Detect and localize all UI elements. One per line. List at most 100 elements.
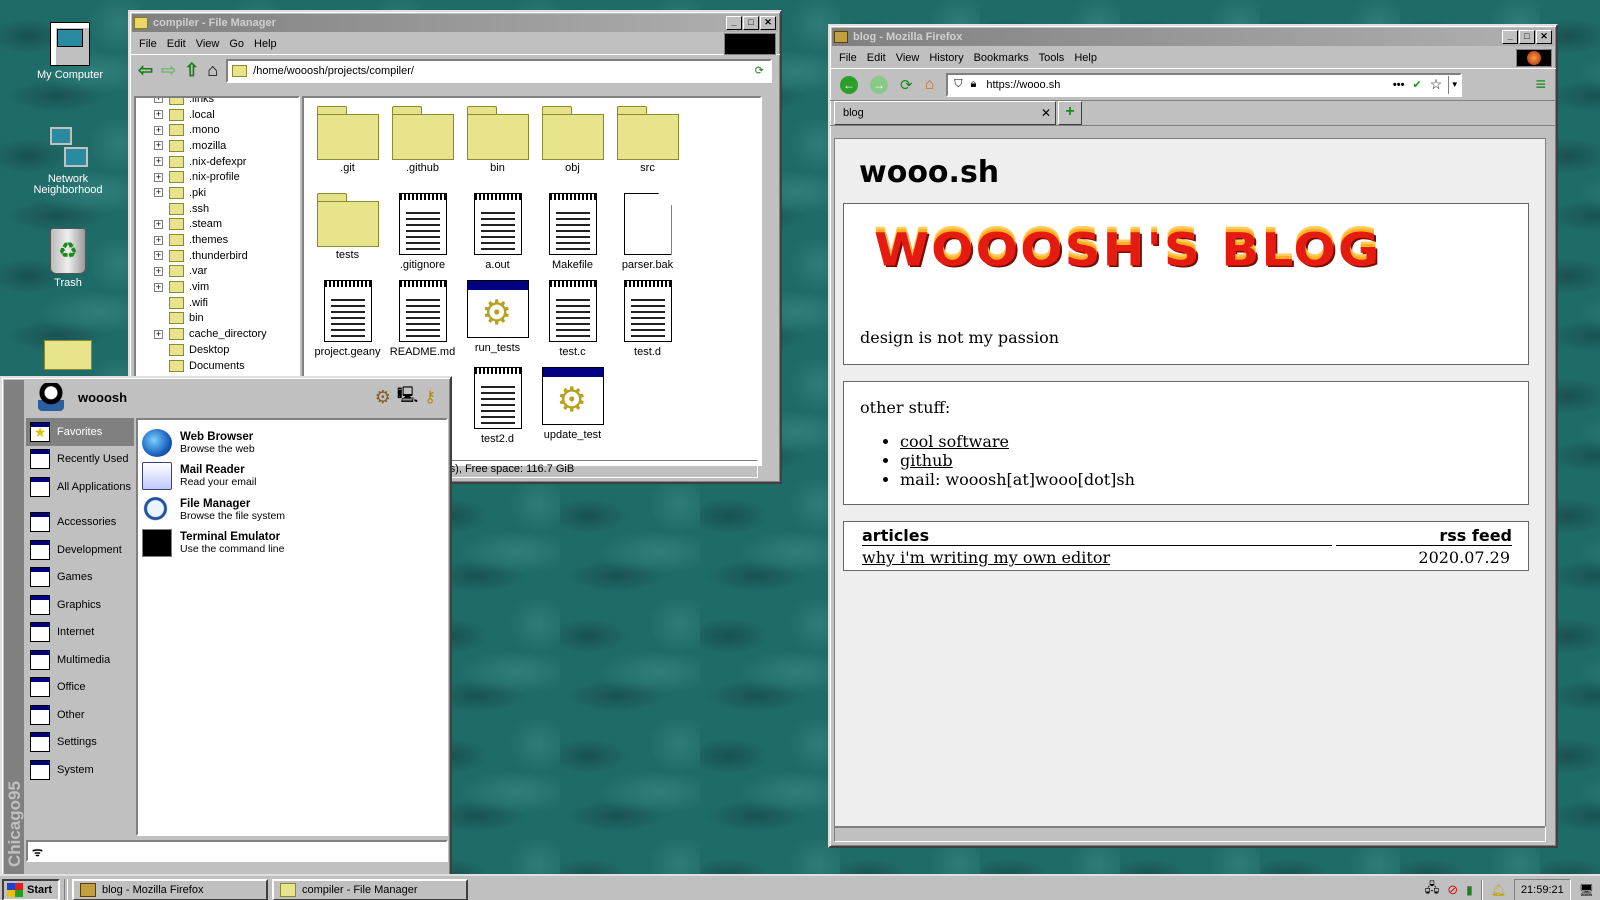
tree-item[interactable]: + .themes xyxy=(154,232,298,248)
expand-icon[interactable]: + xyxy=(154,172,163,182)
start-app-item[interactable]: Terminal Emulator Use the command line xyxy=(140,527,444,561)
file-item[interactable]: .git xyxy=(310,104,385,191)
tab-close-icon[interactable]: ✕ xyxy=(1041,106,1051,120)
tree-item[interactable]: + .nix-profile xyxy=(154,169,298,185)
network-tray-icon[interactable]: 🖧︎ xyxy=(1425,879,1440,900)
expand-icon[interactable] xyxy=(154,314,163,323)
menu-go[interactable]: Go xyxy=(224,38,249,50)
cool-software-link[interactable]: cool software xyxy=(900,432,1009,451)
file-item[interactable]: tests xyxy=(310,191,385,278)
path-bar[interactable]: /home/wooosh/projects/compiler/ ⟳ xyxy=(226,58,772,83)
file-item[interactable]: Makefile xyxy=(535,191,610,278)
github-link[interactable]: github xyxy=(900,451,953,470)
more-icon[interactable]: ••• xyxy=(1393,79,1405,91)
new-tab-button[interactable]: + xyxy=(1058,101,1082,125)
start-app-item[interactable]: File Manager Browse the file system xyxy=(140,493,444,527)
dropdown-icon[interactable]: ▼ xyxy=(1448,75,1460,94)
rss-feed-header[interactable]: rss feed xyxy=(1336,526,1512,546)
start-category-item[interactable]: Recently Used xyxy=(26,446,134,474)
taskbar-button-firefox[interactable]: blog - Mozilla Firefox xyxy=(72,879,268,900)
tree-item[interactable]: + .thunderbird xyxy=(154,248,298,264)
expand-icon[interactable]: + xyxy=(154,282,163,292)
expand-icon[interactable] xyxy=(154,361,163,370)
file-item[interactable]: test.d xyxy=(610,278,685,365)
url-bar[interactable]: ⛉ 🔒︎ https://wooo.sh ••• ✔ ☆ ▼ xyxy=(946,72,1463,97)
start-app-item[interactable]: Web Browser Browse the web xyxy=(140,426,444,460)
start-button[interactable]: Start xyxy=(2,879,60,900)
start-category-item[interactable]: Office xyxy=(26,674,134,702)
expand-icon[interactable]: + xyxy=(154,251,163,261)
file-item[interactable]: a.out xyxy=(460,191,535,278)
desktop-folder-icon[interactable] xyxy=(44,340,92,370)
start-category-item[interactable]: Other xyxy=(26,701,134,729)
menu-history[interactable]: History xyxy=(924,52,968,64)
back-icon[interactable]: ← xyxy=(840,75,858,94)
file-item[interactable]: .github xyxy=(385,104,460,191)
tree-item[interactable]: + .mono xyxy=(154,122,298,138)
desktop-icon-network[interactable]: Network Neighborhood xyxy=(28,125,108,196)
expand-icon[interactable]: + xyxy=(154,141,163,151)
back-arrow-icon[interactable]: ⇦ xyxy=(138,60,153,81)
menu-file[interactable]: File xyxy=(834,52,862,64)
tree-item[interactable]: + cache_directory xyxy=(154,326,298,342)
expand-icon[interactable]: + xyxy=(154,235,163,245)
desktop-icon-my-computer[interactable]: My Computer xyxy=(30,22,110,81)
tree-item[interactable]: + .mozilla xyxy=(154,138,298,154)
start-app-item[interactable]: Mail Reader Read your email xyxy=(140,460,444,494)
desktop-icon-trash[interactable]: ♻ Trash xyxy=(28,228,108,289)
menu-help[interactable]: Help xyxy=(249,38,282,50)
tree-item[interactable]: + .vim xyxy=(154,279,298,295)
file-item[interactable]: README.md xyxy=(385,278,460,365)
start-category-item[interactable]: Graphics xyxy=(26,591,134,619)
show-desktop-icon[interactable]: 🖥︎ xyxy=(1579,883,1594,897)
home-icon[interactable]: ⌂ xyxy=(925,76,935,94)
star-icon[interactable]: ☆ xyxy=(1430,76,1443,93)
taskbar-button-file-manager[interactable]: compiler - File Manager xyxy=(272,879,468,900)
menu-file[interactable]: File xyxy=(134,38,162,50)
file-item[interactable]: src xyxy=(610,104,685,191)
menu-view[interactable]: View xyxy=(891,52,925,64)
start-category-item[interactable]: Accessories xyxy=(26,509,134,537)
minimize-button[interactable]: _ xyxy=(1502,30,1518,44)
menu-help[interactable]: Help xyxy=(1069,52,1102,64)
file-item[interactable]: test2.d xyxy=(460,365,535,452)
menu-tools[interactable]: Tools xyxy=(1034,52,1070,64)
expand-icon[interactable]: + xyxy=(154,110,163,120)
start-category-item[interactable]: Multimedia xyxy=(26,646,134,674)
file-item[interactable]: project.geany xyxy=(310,278,385,365)
tree-item[interactable]: + .nix-defexpr xyxy=(154,154,298,170)
tab-blog[interactable]: blog ✕ xyxy=(834,101,1056,125)
forward-icon[interactable]: → xyxy=(870,75,888,94)
firefox-titlebar[interactable]: blog - Mozilla Firefox _ □ ✕ xyxy=(832,28,1554,46)
tree-item[interactable]: .wifi xyxy=(154,295,298,311)
tree-item[interactable]: + .pki xyxy=(154,185,298,201)
file-item[interactable]: test.c xyxy=(535,278,610,365)
battery-icon[interactable]: ▮ xyxy=(1466,883,1473,897)
maximize-button[interactable]: □ xyxy=(743,16,759,30)
article-link[interactable]: why i'm writing my own editor xyxy=(862,548,1110,567)
expand-icon[interactable]: + xyxy=(154,266,163,276)
hamburger-menu-icon[interactable]: ≡ xyxy=(1535,74,1546,95)
file-manager-titlebar[interactable]: compiler - File Manager _ □ ✕ xyxy=(132,14,778,32)
up-arrow-icon[interactable]: ⇧ xyxy=(184,60,199,81)
expand-icon[interactable]: + xyxy=(154,98,163,104)
expand-icon[interactable] xyxy=(154,345,163,354)
start-category-item[interactable]: ★ Favorites xyxy=(26,418,134,446)
expand-icon[interactable]: + xyxy=(154,157,163,167)
file-item[interactable]: update_test xyxy=(535,365,610,452)
tree-item[interactable]: Desktop xyxy=(154,342,298,358)
tree-item[interactable]: + .local xyxy=(154,107,298,123)
forward-arrow-icon[interactable]: ⇨ xyxy=(161,60,176,81)
close-button[interactable]: ✕ xyxy=(760,16,776,30)
menu-edit[interactable]: Edit xyxy=(162,38,191,50)
reload-icon[interactable]: ⟳ xyxy=(755,64,764,77)
reload-icon[interactable]: ⟳ xyxy=(900,76,913,94)
expand-icon[interactable]: + xyxy=(154,329,163,339)
file-item[interactable]: bin xyxy=(460,104,535,191)
start-category-item[interactable]: All Applications xyxy=(26,473,134,501)
start-category-item[interactable]: Internet xyxy=(26,619,134,647)
file-item[interactable]: obj xyxy=(535,104,610,191)
start-menu-search[interactable]: ᯤ xyxy=(26,840,448,862)
menu-edit[interactable]: Edit xyxy=(862,52,891,64)
tree-item[interactable]: + .links xyxy=(154,98,298,107)
